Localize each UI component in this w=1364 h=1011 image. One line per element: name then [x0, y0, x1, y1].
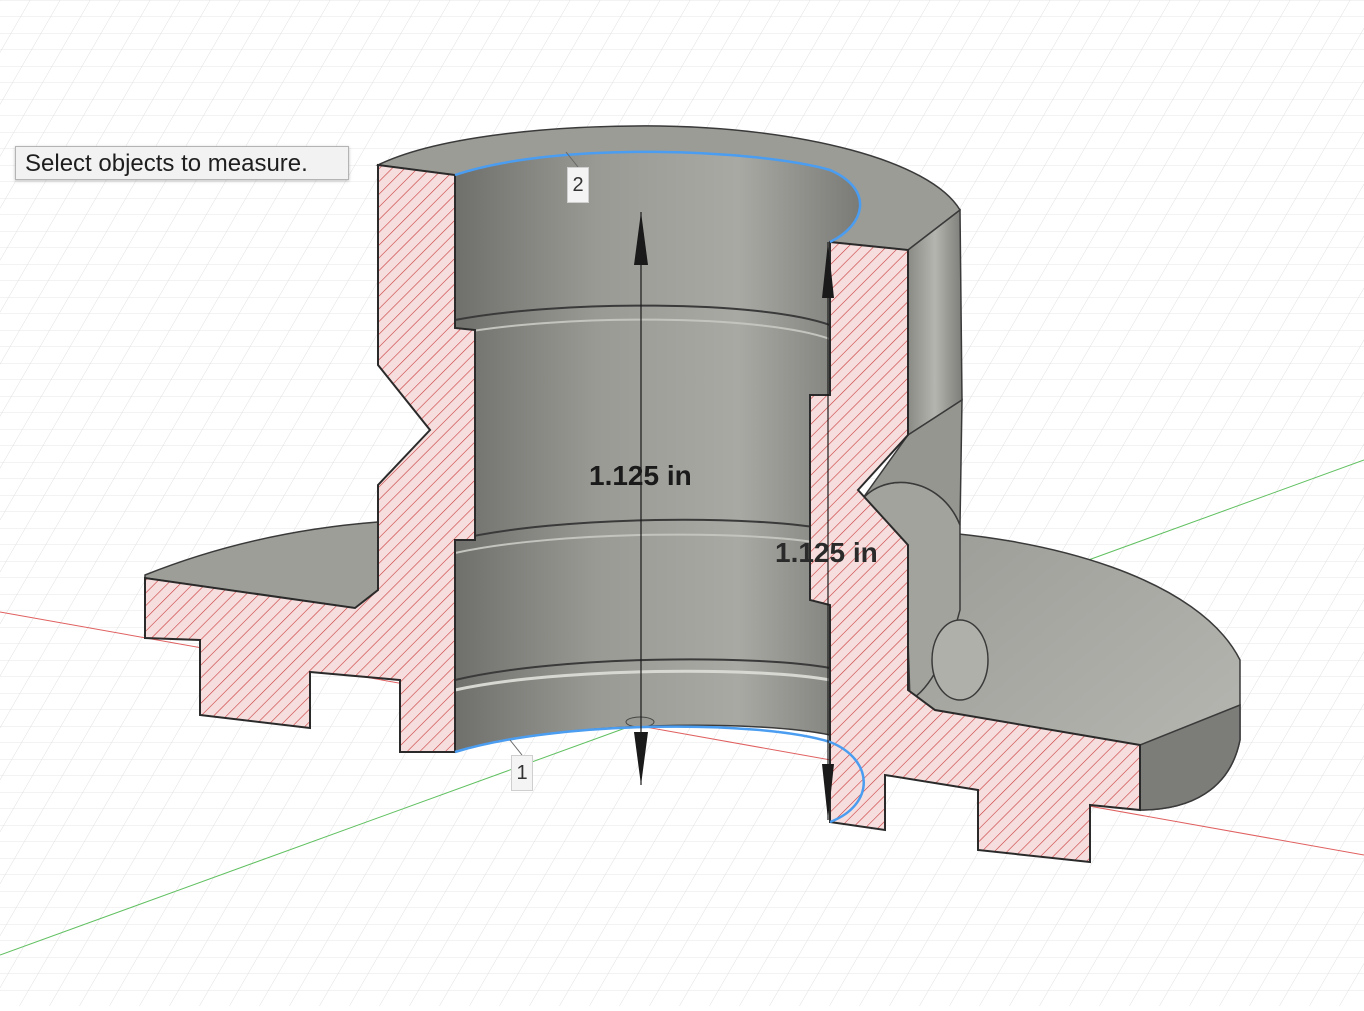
point-label-1[interactable]: 1 [511, 755, 533, 791]
dimension-primary-value[interactable]: 1.125 in [589, 460, 692, 492]
3d-viewport[interactable]: Select objects to measure. 2 1 1.125 in … [0, 0, 1364, 1006]
measure-prompt-tooltip: Select objects to measure. [15, 146, 349, 180]
dimension-secondary-value[interactable]: 1.125 in [775, 537, 878, 569]
point-label-2[interactable]: 2 [567, 167, 589, 203]
